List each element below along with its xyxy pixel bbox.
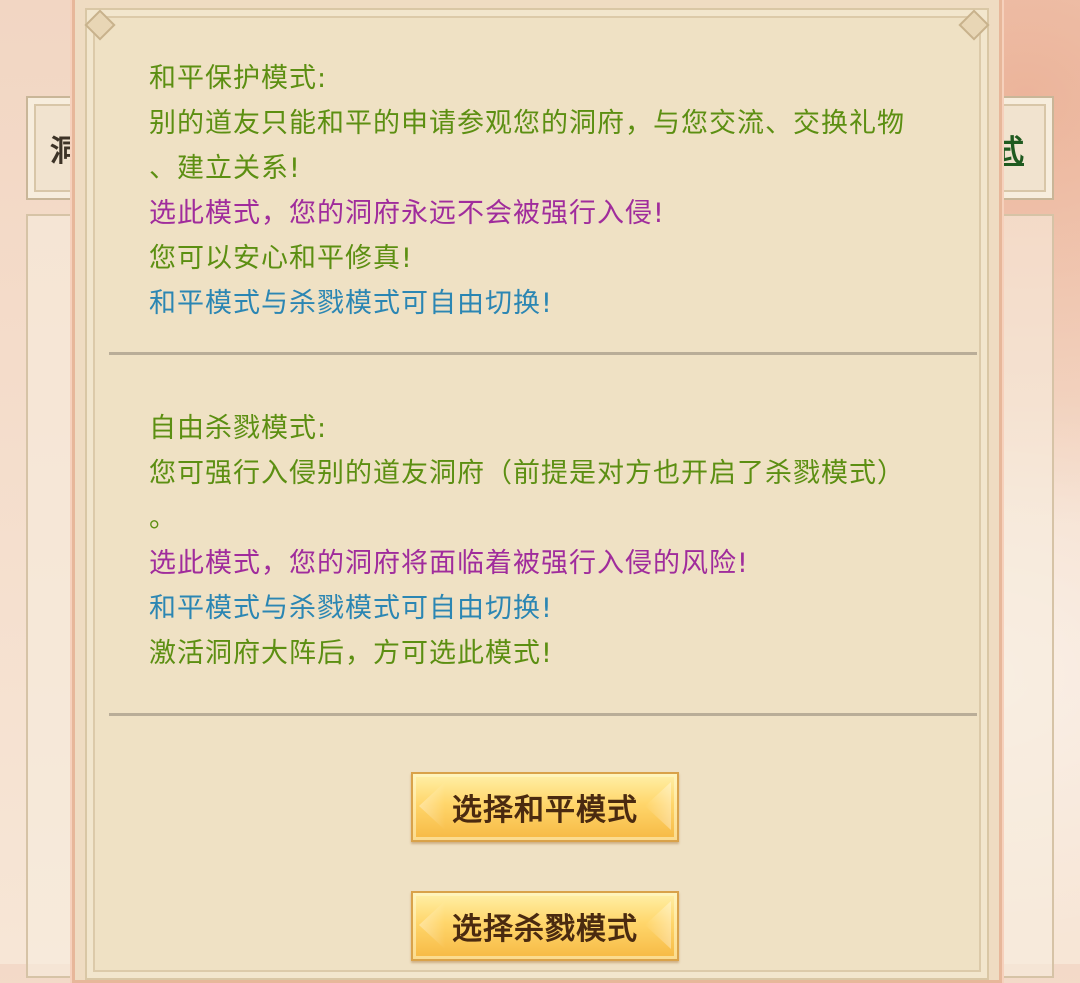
kill-mode-switch-note: 和平模式与杀戮模式可自由切换! [149,593,553,624]
dialog-panel: 和平保护模式: 别的道友只能和平的申请参观您的洞府，与您交流、交换礼物 、建立关… [84,8,990,980]
peace-mode-title: 和平保护模式: [149,63,328,94]
peace-mode-description: 和平保护模式: 别的道友只能和平的申请参观您的洞府，与您交流、交换礼物 、建立关… [149,56,947,326]
corner-ornament-icon [84,9,116,41]
kill-mode-warning: 选此模式，您的洞府将面临着被强行入侵的风险! [149,548,749,579]
kill-mode-line: 您可强行入侵别的道友洞府（前提是对方也开启了杀戮模式） [149,458,905,489]
mode-select-dialog: 和平保护模式: 别的道友只能和平的申请参观您的洞府，与您交流、交换礼物 、建立关… [72,0,1002,983]
kill-mode-line: 。 [149,503,177,534]
background-frame-left [26,214,78,978]
peace-mode-line: 您可以安心和平修真! [149,243,413,274]
section-divider [109,713,977,716]
corner-ornament-icon [958,9,990,41]
select-kill-mode-button[interactable]: 选择杀戮模式 [411,891,679,961]
peace-mode-line: 、建立关系! [149,153,301,184]
peace-mode-line: 别的道友只能和平的申请参观您的洞府，与您交流、交换礼物 [149,108,905,139]
peace-mode-warning: 选此模式，您的洞府永远不会被强行入侵! [149,198,665,229]
section-divider [109,352,977,355]
peace-mode-switch-note: 和平模式与杀戮模式可自由切换! [149,288,553,319]
kill-mode-title: 自由杀戮模式: [149,413,328,444]
select-peace-mode-button[interactable]: 选择和平模式 [411,772,679,842]
background-frame-right [1002,214,1054,978]
kill-mode-requirement: 激活洞府大阵后，方可选此模式! [149,638,553,669]
kill-mode-description: 自由杀戮模式: 您可强行入侵别的道友洞府（前提是对方也开启了杀戮模式） 。 选此… [149,406,947,676]
